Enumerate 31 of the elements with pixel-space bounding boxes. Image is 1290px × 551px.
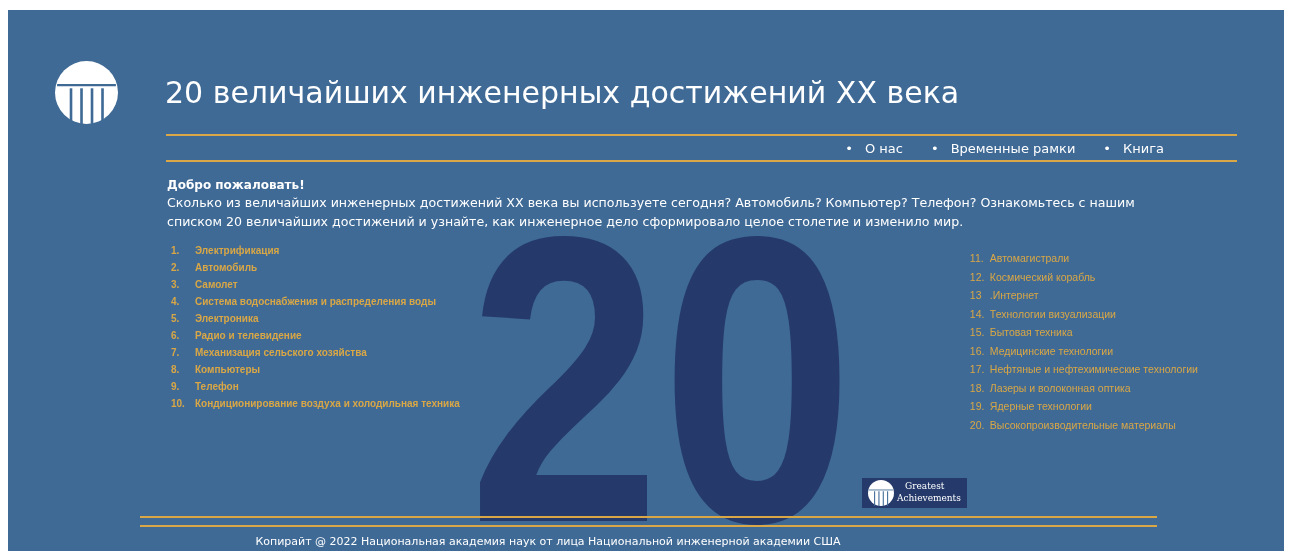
achievement-link[interactable]: 9. Телефон bbox=[171, 381, 460, 393]
welcome-text: Сколько из величайших инженерных достижений XX века вы используете сегодня? Автомобиль? Компьютер? Телефон? Ознакомьтесь с нашим списком 20 величайших достижений и узнайте, как инженерное дело сформировало целое столетие и изменило мир. bbox=[167, 194, 1136, 231]
logo-text: Achievements bbox=[897, 492, 961, 504]
achievement-link[interactable]: 11. Автомагистрали bbox=[969, 252, 1198, 264]
achievement-link[interactable]: 3. Самолет bbox=[171, 279, 460, 291]
achievement-link[interactable]: 19. Ядерные технологии bbox=[969, 400, 1198, 412]
achievement-link[interactable]: 7. Механизация сельского хозяйства bbox=[171, 347, 460, 359]
nav-link[interactable]: • Временные рамки bbox=[930, 140, 1076, 156]
achievement-link[interactable]: 4. Система водоснабжения и распределения воды bbox=[171, 296, 460, 308]
achievement-link[interactable]: 15. Бытовая техника bbox=[969, 326, 1198, 338]
achievement-link[interactable]: 5. Электроника bbox=[171, 313, 460, 325]
logo-text: Greatest bbox=[904, 480, 946, 492]
achievement-link[interactable]: 14. Технологии визуализации bbox=[969, 307, 1198, 320]
achievement-link[interactable]: 16. Медицинские технологии bbox=[969, 344, 1198, 357]
welcome-heading: Добро пожаловать! bbox=[167, 177, 306, 193]
achievement-link[interactable]: 20. Высокопроизводительные материалы bbox=[969, 418, 1198, 431]
logo-icon bbox=[55, 60, 118, 124]
achievement-link[interactable]: 2. Автомобиль bbox=[171, 262, 460, 274]
nav-link[interactable]: • О нас bbox=[845, 140, 903, 156]
achievement-link[interactable]: 12. Космический корабль bbox=[969, 270, 1198, 283]
nav-link[interactable]: • Книга bbox=[1103, 140, 1164, 156]
achievement-link[interactable]: 17. Нефтяные и нефтехимические технологии bbox=[969, 363, 1198, 375]
page-title: 20 величайших инженерных достижений XX века bbox=[165, 74, 960, 110]
achievement-link[interactable]: 6. Радио и телевидение bbox=[171, 330, 460, 342]
logo-icon bbox=[868, 480, 894, 506]
copyright-text: Копирайт @ 2022 Национальная академия наук от лица Национальной инженерной академии США bbox=[255, 535, 841, 548]
achievement-link[interactable]: 18. Лазеры и волоконная оптика bbox=[969, 381, 1198, 394]
achievement-link[interactable]: 1. Электрификация bbox=[171, 245, 460, 257]
achievement-link[interactable]: 8. Компьютеры bbox=[171, 364, 460, 376]
achievement-link[interactable]: 13 .Интернет bbox=[969, 289, 1198, 301]
achievement-link[interactable]: 10. Кондиционирование воздуха и холодильная техника bbox=[171, 398, 460, 410]
